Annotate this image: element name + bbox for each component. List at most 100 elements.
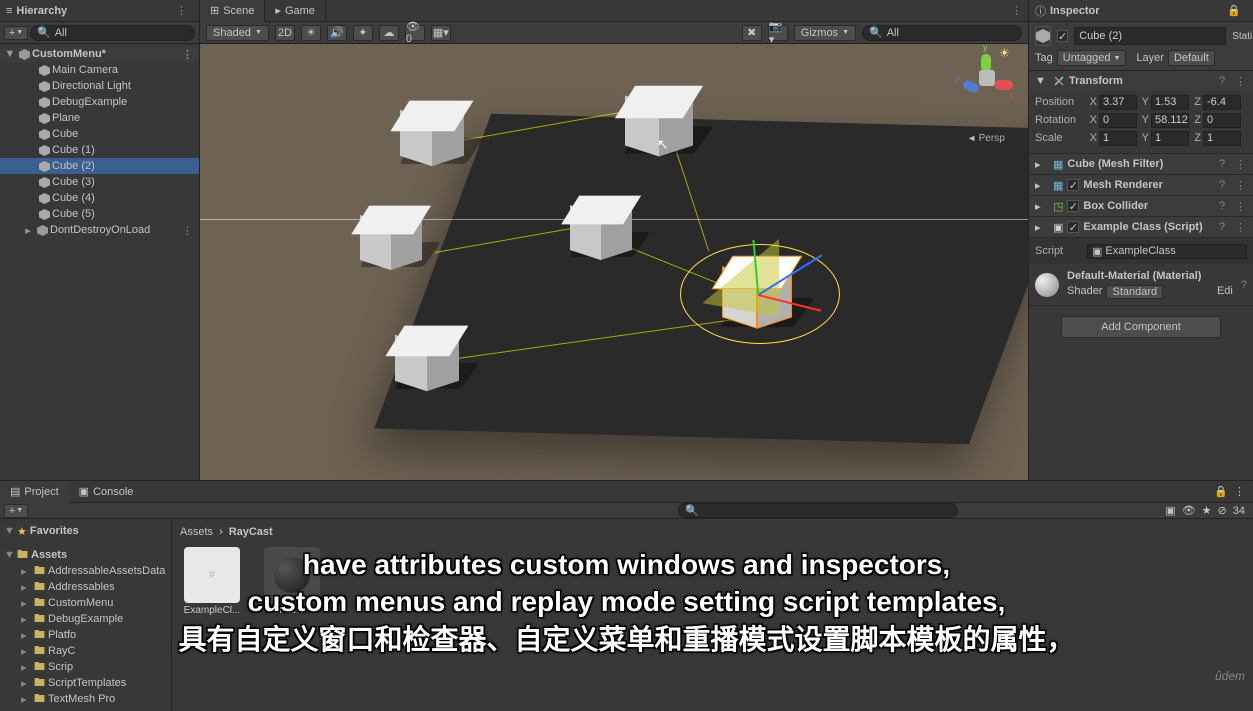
fold-icon[interactable]: ▸ (1035, 158, 1049, 171)
lock-icon[interactable]: 🔒 (1214, 485, 1228, 498)
rot-x[interactable]: 0 (1099, 113, 1137, 128)
audio-icon[interactable]: 🔊 (327, 25, 347, 41)
tag-dropdown[interactable]: Untagged▼ (1057, 50, 1127, 66)
enable-checkbox[interactable]: ✓ (1067, 179, 1079, 191)
camera-icon[interactable]: 📷▾ (768, 25, 788, 41)
help-icon[interactable]: ? (1241, 279, 1247, 291)
orientation-gizmo[interactable]: y x z ☀ ◄ Persp (956, 54, 1016, 174)
breadcrumb[interactable]: Assets › RayCast (180, 523, 1245, 541)
tab-game[interactable]: ▸ Game (265, 0, 326, 22)
pos-y[interactable]: 1.53 (1151, 95, 1189, 110)
hierarchy-item[interactable]: Cube (1) (0, 142, 199, 158)
add-component-button[interactable]: Add Component (1061, 316, 1221, 338)
mode-2d-button[interactable]: 2D (275, 25, 295, 41)
rot-y[interactable]: 58.112 (1151, 113, 1189, 128)
folder-row[interactable]: ▸🖿Scrip (0, 659, 171, 675)
help-icon[interactable]: ? (1219, 221, 1231, 233)
component-header[interactable]: ▸◳✓Box Collider?⋮ (1029, 196, 1253, 216)
folder-row[interactable]: ▸🖿DebugExample (0, 611, 171, 627)
enable-checkbox[interactable]: ✓ (1067, 200, 1079, 212)
star-icon[interactable]: ★ (1202, 504, 1212, 517)
pos-z[interactable]: -6.4 (1203, 95, 1241, 110)
menu-icon[interactable]: ⋮ (1235, 200, 1247, 213)
fold-icon[interactable]: ▼ (4, 48, 16, 60)
gameobject-icon[interactable] (1035, 26, 1051, 46)
gizmo-vis-icon[interactable]: 👁0 (405, 25, 425, 41)
hierarchy-search[interactable]: 🔍 All (30, 25, 195, 41)
project-search[interactable]: 🔍 (678, 503, 958, 518)
create-button[interactable]: +▼ (4, 26, 28, 40)
row-menu-icon[interactable]: ⋮ (182, 224, 199, 237)
scl-z[interactable]: 1 (1203, 131, 1241, 146)
menu-icon[interactable]: ⋮ (1235, 179, 1247, 192)
enable-checkbox[interactable]: ✓ (1067, 221, 1079, 233)
folder-row[interactable]: ▸🖿ScriptTemplates (0, 675, 171, 691)
component-header[interactable]: ▼ Transform ? ⋮ (1029, 71, 1253, 91)
gizmos-dropdown[interactable]: Gizmos▼ (794, 25, 856, 41)
shading-dropdown[interactable]: Shaded▼ (206, 25, 269, 41)
scl-y[interactable]: 1 (1151, 131, 1189, 146)
tab-console[interactable]: ▣Console (69, 481, 144, 503)
folder-row[interactable]: ▸🖿RayC (0, 643, 171, 659)
static-label[interactable]: Stati (1232, 31, 1252, 42)
hierarchy-menu-icon[interactable]: ⋮ (176, 4, 193, 17)
shader-dropdown[interactable]: Standard (1106, 285, 1163, 299)
component-header[interactable]: ▸▣✓Example Class (Script)?⋮ (1029, 217, 1253, 237)
help-icon[interactable]: ? (1219, 200, 1231, 212)
persp-label[interactable]: Persp (979, 133, 1005, 144)
component-header[interactable]: ▸▦✓Mesh Renderer?⋮ (1029, 175, 1253, 195)
pos-x[interactable]: 3.37 (1099, 95, 1137, 110)
material-preview[interactable] (1035, 273, 1059, 297)
object-name-field[interactable] (1074, 27, 1226, 45)
scene-row[interactable]: ▼ CustomMenu* ⋮ (0, 46, 199, 62)
help-icon[interactable]: ? (1219, 179, 1231, 191)
rot-z[interactable]: 0 (1203, 113, 1241, 128)
fold-icon[interactable]: ▼ (1035, 75, 1049, 87)
filter-icon[interactable]: ▣ (1165, 504, 1175, 517)
grid-icon[interactable]: ▦▾ (431, 25, 451, 41)
menu-icon[interactable]: ⋮ (1235, 221, 1247, 234)
fx-icon[interactable]: ✦ (353, 25, 373, 41)
fold-icon[interactable]: ▸ (1035, 200, 1049, 213)
hierarchy-item[interactable]: DebugExample (0, 94, 199, 110)
tab-scene[interactable]: ⊞ Scene (200, 0, 265, 22)
folder-row[interactable]: ▸🖿Addressables (0, 579, 171, 595)
edit-button[interactable]: Edi (1217, 285, 1233, 299)
layer-dropdown[interactable]: Default (1168, 50, 1215, 66)
scene-viewport[interactable]: ↖ y x z ☀ ◄ Persp (200, 44, 1028, 480)
tool-icon[interactable]: ✖ (742, 25, 762, 41)
fold-icon[interactable]: ▸ (1035, 179, 1049, 192)
hidden-icon[interactable]: ⊘ (1218, 504, 1227, 517)
lighting-icon[interactable]: ☀ (301, 25, 321, 41)
inspector-lock-icon[interactable]: 🔒 (1227, 4, 1247, 17)
hierarchy-item[interactable]: Cube (2) (0, 158, 199, 174)
create-asset-button[interactable]: +▼ (4, 504, 28, 518)
eye-icon[interactable]: 👁 (1182, 504, 1196, 517)
sky-icon[interactable]: ☁ (379, 25, 399, 41)
hierarchy-item[interactable]: Cube (3) (0, 174, 199, 190)
scl-x[interactable]: 1 (1099, 131, 1137, 146)
menu-icon[interactable]: ⋮ (1234, 485, 1245, 498)
scene-menu-icon[interactable]: ⋮ (182, 48, 199, 61)
folder-row[interactable]: ▸🖿Platfo (0, 627, 171, 643)
scene-search[interactable]: 🔍All (862, 25, 1022, 41)
hierarchy-item[interactable]: Cube (0, 126, 199, 142)
hierarchy-item[interactable]: Cube (5) (0, 206, 199, 222)
help-icon[interactable]: ? (1219, 158, 1231, 170)
folder-row[interactable]: ▸🖿AddressableAssetsData (0, 563, 171, 579)
folder-row[interactable]: ▸🖿TextMesh Pro (0, 691, 171, 707)
menu-icon[interactable]: ⋮ (1235, 75, 1247, 88)
fold-icon[interactable]: ▸ (22, 224, 34, 237)
active-checkbox[interactable]: ✓ (1057, 30, 1068, 42)
script-value[interactable]: ExampleClass (1105, 245, 1175, 257)
help-icon[interactable]: ? (1219, 75, 1231, 87)
hierarchy-item[interactable]: Plane (0, 110, 199, 126)
favorites-row[interactable]: ▼★Favorites (0, 523, 171, 539)
hierarchy-item[interactable]: Cube (4) (0, 190, 199, 206)
tabs-menu-icon[interactable]: ⋮ (1011, 4, 1028, 17)
menu-icon[interactable]: ⋮ (1235, 158, 1247, 171)
hierarchy-item[interactable]: Directional Light (0, 78, 199, 94)
folder-row[interactable]: ▸🖿CustomMenu (0, 595, 171, 611)
tab-project[interactable]: ▤Project (0, 481, 69, 503)
assets-root[interactable]: ▼🖿Assets (0, 547, 171, 563)
